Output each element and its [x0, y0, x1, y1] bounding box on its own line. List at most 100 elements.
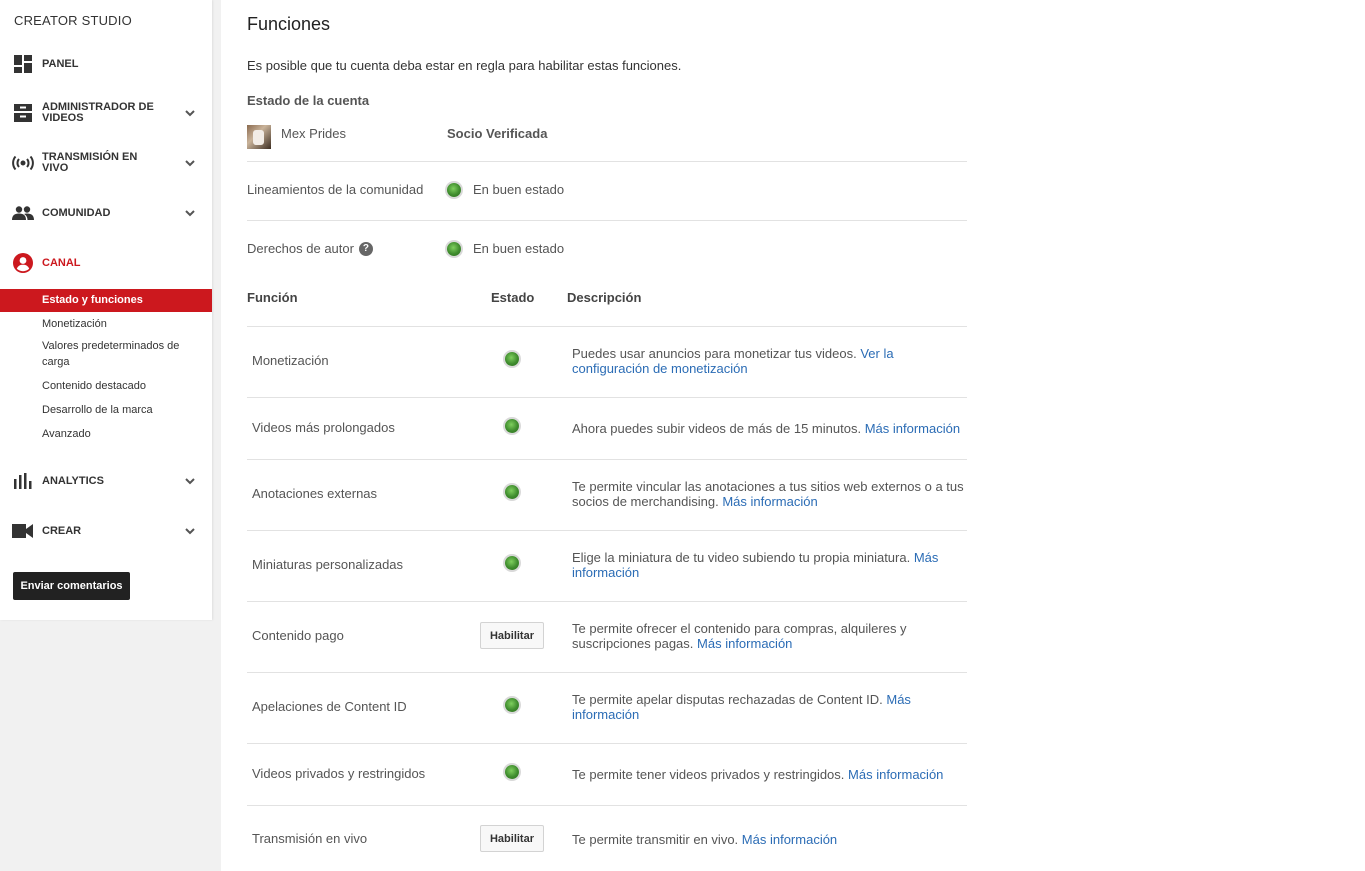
- subnav-status-features[interactable]: Estado y funciones: [0, 289, 212, 312]
- feature-name: Transmisión en vivo: [252, 831, 368, 846]
- divider: [247, 530, 967, 531]
- account-section-title: Estado de la cuenta: [247, 93, 370, 108]
- dashboard-icon: [12, 53, 34, 75]
- standing-status-community: En buen estado: [447, 182, 564, 197]
- status-ok-icon: [447, 182, 461, 197]
- feature-state: [480, 485, 544, 499]
- feature-description: Puedes usar anuncios para monetizar tus …: [572, 346, 967, 376]
- feature-state: [480, 419, 544, 433]
- subnav-upload-defaults[interactable]: Valores predeterminados de carga: [0, 338, 190, 370]
- analytics-icon: [12, 470, 34, 492]
- feature-state: [480, 765, 544, 779]
- nav-item-channel[interactable]: CANAL: [0, 245, 212, 281]
- chevron-down-icon[interactable]: [184, 157, 196, 169]
- column-header-description: Descripción: [567, 290, 642, 305]
- feature-name: Videos más prolongados: [252, 420, 395, 435]
- description-text: Te permite tener videos privados y restr…: [572, 766, 845, 782]
- divider: [247, 326, 967, 327]
- divider: [247, 397, 967, 398]
- nav-item-label: COMUNIDAD: [42, 206, 111, 219]
- feature-state: [480, 352, 544, 366]
- description-text: Ahora puedes subir videos de más de 15 m…: [572, 420, 862, 436]
- standing-label-copyright: Derechos de autor ?: [247, 241, 373, 256]
- standing-label-text: Lineamientos de la comunidad: [247, 182, 424, 197]
- enable-button[interactable]: Habilitar: [480, 825, 544, 852]
- chevron-down-icon[interactable]: [184, 525, 196, 537]
- nav-item-label: ADMINISTRADOR DE VIDEOS: [42, 101, 154, 124]
- live-broadcast-icon: [12, 152, 34, 174]
- status-ok-icon: [505, 352, 519, 366]
- nav-item-video-manager[interactable]: ADMINISTRADOR DE VIDEOS: [0, 95, 212, 131]
- feature-name: Miniaturas personalizadas: [252, 557, 404, 572]
- feature-name: Apelaciones de Content ID: [252, 699, 407, 714]
- more-info-link[interactable]: Más información: [722, 494, 817, 509]
- subnav-featured-content[interactable]: Contenido destacado: [0, 378, 212, 394]
- feature-state: Habilitar: [480, 622, 544, 649]
- channel-icon: [12, 252, 34, 274]
- feature-state: Habilitar: [480, 825, 544, 852]
- nav-item-label: PANEL: [42, 57, 79, 70]
- standing-status-copyright: En buen estado: [447, 241, 564, 256]
- send-feedback-button[interactable]: Enviar comentarios: [13, 572, 130, 600]
- standing-status-text: En buen estado: [473, 241, 565, 256]
- divider: [247, 672, 967, 673]
- video-manager-icon: [12, 102, 34, 124]
- feature-name: Monetización: [252, 353, 329, 368]
- feature-state: [480, 556, 544, 570]
- column-header-state: Estado: [491, 290, 535, 305]
- divider: [247, 220, 967, 221]
- chevron-down-icon[interactable]: [184, 107, 196, 119]
- nav-item-live[interactable]: TRANSMISIÓN EN VIVO: [0, 145, 212, 181]
- enable-button[interactable]: Habilitar: [480, 622, 544, 649]
- status-ok-icon: [505, 556, 519, 570]
- nav-item-label: CREAR: [42, 524, 82, 537]
- feature-description: Te permite transmitir en vivo. Más infor…: [572, 832, 967, 847]
- description-text: Te permite transmitir en vivo.: [572, 831, 739, 847]
- divider: [247, 459, 967, 460]
- more-info-link[interactable]: Más información: [848, 767, 943, 782]
- more-info-link[interactable]: Más información: [697, 636, 792, 651]
- feature-description: Te permite tener videos privados y restr…: [572, 767, 967, 782]
- community-icon: [12, 202, 34, 224]
- nav-item-panel[interactable]: PANEL: [0, 46, 212, 82]
- more-info-link[interactable]: Más información: [742, 832, 837, 847]
- feature-name: Anotaciones externas: [252, 486, 378, 501]
- account-name: Mex Prides: [281, 126, 347, 141]
- feature-description: Ahora puedes subir videos de más de 15 m…: [572, 421, 967, 436]
- sidebar: CREATOR STUDIO PANEL ADMINISTRADOR DE VI…: [0, 0, 212, 620]
- nav-item-create[interactable]: CREAR: [0, 513, 212, 549]
- subnav-branding[interactable]: Desarrollo de la marca: [0, 402, 212, 418]
- avatar: [247, 125, 271, 149]
- page-title: Funciones: [247, 14, 331, 34]
- status-ok-icon: [505, 765, 519, 779]
- divider: [247, 805, 967, 806]
- main-panel: Funciones Es posible que tu cuenta deba …: [221, 0, 1365, 871]
- help-icon[interactable]: ?: [358, 241, 373, 256]
- status-ok-icon: [447, 241, 461, 256]
- column-header-feature: Función: [247, 290, 298, 305]
- nav-item-label: ANALYTICS: [42, 474, 104, 487]
- feature-description: Te permite vincular las anotaciones a tu…: [572, 479, 967, 509]
- chevron-down-icon[interactable]: [184, 475, 196, 487]
- nav-item-label: TRANSMISIÓN EN VIVO: [42, 151, 138, 174]
- standing-status-text: En buen estado: [473, 182, 565, 197]
- feature-description: Te permite ofrecer el contenido para com…: [572, 621, 967, 651]
- brand-title: CREATOR STUDIO: [14, 13, 132, 28]
- feature-name: Contenido pago: [252, 628, 344, 643]
- nav-item-label: CANAL: [42, 256, 81, 269]
- feature-name: Videos privados y restringidos: [252, 766, 426, 781]
- chevron-down-icon[interactable]: [184, 207, 196, 219]
- intro-text: Es posible que tu cuenta deba estar en r…: [247, 58, 682, 73]
- feature-state: [480, 698, 544, 712]
- nav-item-analytics[interactable]: ANALYTICS: [0, 463, 212, 499]
- description-text: Elige la miniatura de tu video subiendo …: [572, 550, 911, 565]
- subnav-monetization[interactable]: Monetización: [0, 316, 212, 332]
- standing-label-text: Derechos de autor: [247, 241, 354, 256]
- status-ok-icon: [505, 419, 519, 433]
- feature-description: Elige la miniatura de tu video subiendo …: [572, 550, 967, 580]
- status-ok-icon: [505, 485, 519, 499]
- nav-item-community[interactable]: COMUNIDAD: [0, 195, 212, 231]
- subnav-advanced[interactable]: Avanzado: [0, 426, 212, 442]
- more-info-link[interactable]: Más información: [865, 421, 960, 436]
- description-text: Te permite apelar disputas rechazadas de…: [572, 692, 883, 707]
